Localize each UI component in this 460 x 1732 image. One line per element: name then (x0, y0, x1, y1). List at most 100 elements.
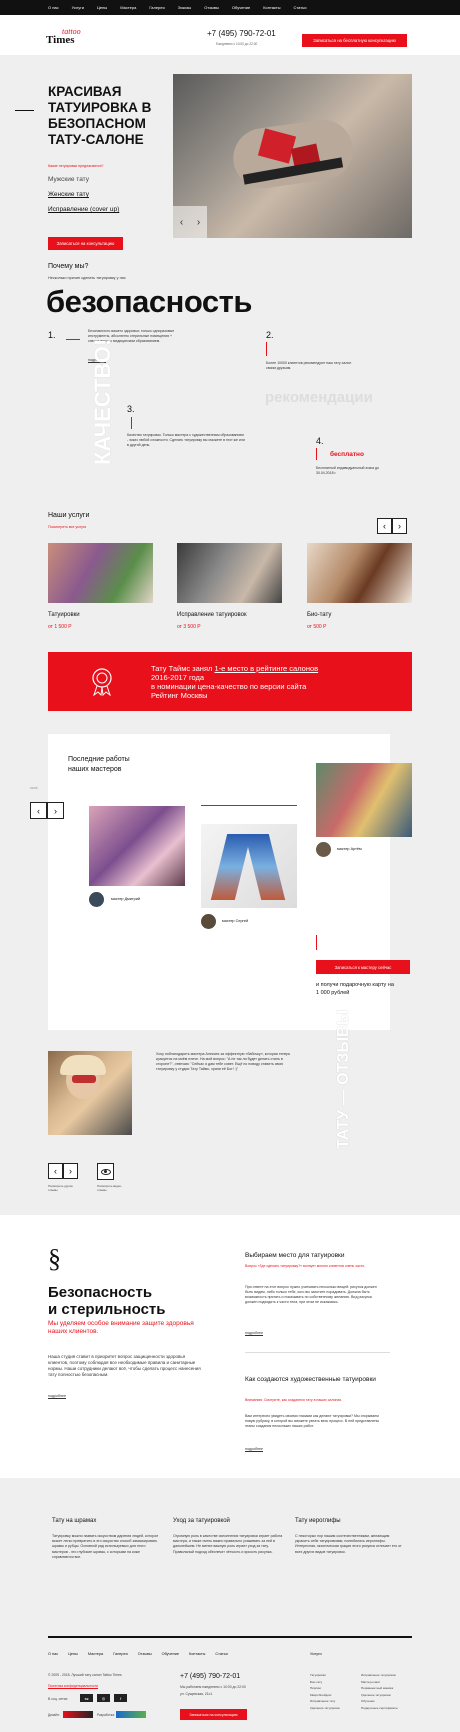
works-image-3[interactable] (316, 763, 412, 837)
article1-link[interactable]: подробнее (245, 1331, 263, 1335)
footer-nav-contacts[interactable]: Контакты (189, 1652, 205, 1656)
dev-studio-logo[interactable] (116, 1711, 146, 1718)
article1-title[interactable]: Выбираем место для татуировки (245, 1252, 345, 1259)
footer-consult-button[interactable]: Записаться на консультацию (180, 1709, 247, 1720)
nav-articles[interactable]: Статьи (293, 5, 306, 10)
service-name-correction[interactable]: Исправление татуировок (177, 612, 247, 618)
nav-services[interactable]: Услуги (72, 5, 84, 10)
footer-nav-masters[interactable]: Мастера (88, 1652, 103, 1656)
hero-arrow-left[interactable]: ‹ (180, 217, 183, 228)
footer-nav-prices[interactable]: Цены (68, 1652, 78, 1656)
nav-about[interactable]: О нас (48, 5, 59, 10)
works-image-2[interactable] (201, 824, 297, 908)
nav-contacts[interactable]: Контакты (263, 5, 280, 10)
service-name-tattoo[interactable]: Татуировки (48, 612, 80, 618)
nav-gallery[interactable]: Галерея (149, 5, 164, 10)
article2-text: Вам интересно увидеть своими глазами как… (245, 1414, 380, 1428)
works-arrow-right[interactable]: › (47, 802, 64, 819)
master2-name[interactable]: мастер Сергей (222, 919, 248, 923)
hero-line (15, 110, 34, 111)
article1-text: При ответе на этот вопрос нужно учитыват… (245, 1285, 377, 1304)
eye-icon (100, 1168, 111, 1175)
footer-nav-training[interactable]: Обучение (162, 1652, 179, 1656)
nav-sketches[interactable]: Эскизы (178, 5, 192, 10)
footer-social-label: В соц. сетях: (48, 1697, 69, 1701)
works-title-l2: наших мастеров (68, 766, 122, 773)
review-caption-other[interactable]: Посмотреть другие отзывы (48, 1184, 78, 1192)
hero-arrow-right[interactable]: › (197, 217, 200, 228)
review-vertical-word: ТАТУ — ОТЗЫВЫ (335, 1009, 352, 1149)
footer-social-icons: вк ◎ f (80, 1694, 127, 1702)
facebook-icon[interactable]: f (114, 1694, 127, 1702)
footer-address: ул. Сущевская, 21с1 (180, 1692, 213, 1696)
works-image-1[interactable] (89, 806, 185, 886)
master3-name[interactable]: мастер Артём (337, 847, 362, 851)
article1-sub: Вопрос «Где сделать татуировку?» волнует… (245, 1264, 366, 1268)
nav-reviews[interactable]: Отзывы (204, 5, 219, 10)
safety-title-l1: Безопасность (48, 1284, 153, 1301)
review-arrows: ‹ › (48, 1163, 78, 1179)
why-item2-word: рекомендации (265, 389, 373, 406)
footer-article-scars-title[interactable]: Тату на шрамах (52, 1518, 162, 1524)
footer-service-link[interactable]: Исправление татуировок (361, 1672, 398, 1679)
hero-title: КРАСИВАЯ ТАТУИРОВКА В БЕЗОПАСНОМ ТАТУ-СА… (48, 84, 152, 147)
services-arrow-left[interactable]: ‹ (377, 518, 392, 534)
hero-slider-arrows[interactable]: ‹ › (173, 206, 207, 238)
review-video-button[interactable] (97, 1163, 114, 1180)
review-hair (60, 1055, 106, 1075)
hero-option-female[interactable]: Женские тату (48, 191, 89, 198)
works-cta-button[interactable]: Записаться к мастеру сейчас (316, 960, 410, 974)
services-link[interactable]: Посмотреть все услуги (48, 525, 86, 529)
master1-name[interactable]: мастер Дмитрий (111, 897, 140, 901)
instagram-icon[interactable]: ◎ (97, 1694, 110, 1702)
service-image-biotattoo[interactable] (307, 543, 412, 603)
vk-icon[interactable]: вк (80, 1694, 93, 1702)
service-image-tattoo[interactable] (48, 543, 153, 603)
why-item4-word: бесплатно (330, 451, 364, 458)
works-counter: 01/05 (30, 786, 38, 790)
footer-nav-reviews[interactable]: Отзывы (138, 1652, 152, 1656)
hero-consult-button[interactable]: Записаться на консультацию (48, 237, 123, 250)
footer-nav-about[interactable]: О нас (48, 1652, 58, 1656)
footer-copyright: © 2009 - 2018. Лучший тату салон Tattoo … (48, 1673, 122, 1677)
safety-link[interactable]: подробнее (48, 1394, 66, 1398)
hero-option-coverup[interactable]: Исправление (cover up) (48, 206, 119, 213)
footer-article-care-text: Огромную роль в качестве исполнения тату… (173, 1534, 283, 1554)
hero-option-male[interactable]: Мужские тату (48, 176, 89, 183)
award-rating-link[interactable]: 1-е место в рейтинге салонов (214, 664, 318, 673)
award-line4: Рейтинг Москвы (151, 691, 208, 700)
article2-link[interactable]: подробнее (245, 1447, 263, 1451)
footer-service-link[interactable]: Перманентный макияж (361, 1685, 398, 1692)
review-arrow-left[interactable]: ‹ (48, 1163, 63, 1179)
logo[interactable]: tattoo Times (46, 28, 81, 46)
service-name-biotattoo[interactable]: Био-тату (307, 612, 331, 618)
footer-article-hieroglyphs: Тату иероглифы С некоторых пор нашим соо… (295, 1518, 405, 1555)
design-studio-logo[interactable] (63, 1711, 93, 1718)
why-big-word: безопасность (46, 284, 252, 319)
footer-phone[interactable]: +7 (495) 790-72-01 (180, 1673, 240, 1680)
footer-article-hieroglyphs-title[interactable]: Тату иероглифы (295, 1518, 405, 1524)
works-cta-line (316, 935, 317, 950)
services-arrow-right[interactable]: › (392, 518, 407, 534)
footer-nav-gallery[interactable]: Галерея (113, 1652, 128, 1656)
footer-service-link[interactable]: Подарочные сертификаты (361, 1705, 398, 1712)
avatar-master2 (201, 914, 216, 929)
review-arrow-right[interactable]: › (63, 1163, 78, 1179)
nav-prices[interactable]: Цены (97, 5, 107, 10)
nav-training[interactable]: Обучение (232, 5, 250, 10)
header-consult-button[interactable]: Записаться на бесплатную консультацию (302, 34, 407, 47)
works-arrow-left[interactable]: ‹ (30, 802, 47, 819)
footer-article-care-title[interactable]: Уход за татуировкой (173, 1518, 283, 1524)
footer-services-label[interactable]: Услуги (310, 1652, 322, 1656)
service-image-correction[interactable] (177, 543, 282, 603)
hero-image: ‹ › (173, 74, 412, 238)
footer-nav-articles[interactable]: Статьи (215, 1652, 227, 1656)
footer-policy-link[interactable]: Политика конфиденциальности (48, 1684, 98, 1688)
header-phone[interactable]: +7 (495) 790-72-01 (207, 29, 276, 38)
article2-title[interactable]: Как создаются художественные татуировки (245, 1375, 385, 1384)
nav-masters[interactable]: Мастера (120, 5, 136, 10)
logo-bottom: Times (46, 34, 75, 46)
footer-service-link[interactable]: Удаление татуировок (310, 1705, 340, 1712)
review-caption-video[interactable]: Посмотреть видео-отзывы (97, 1184, 127, 1192)
works-divider (201, 805, 297, 806)
